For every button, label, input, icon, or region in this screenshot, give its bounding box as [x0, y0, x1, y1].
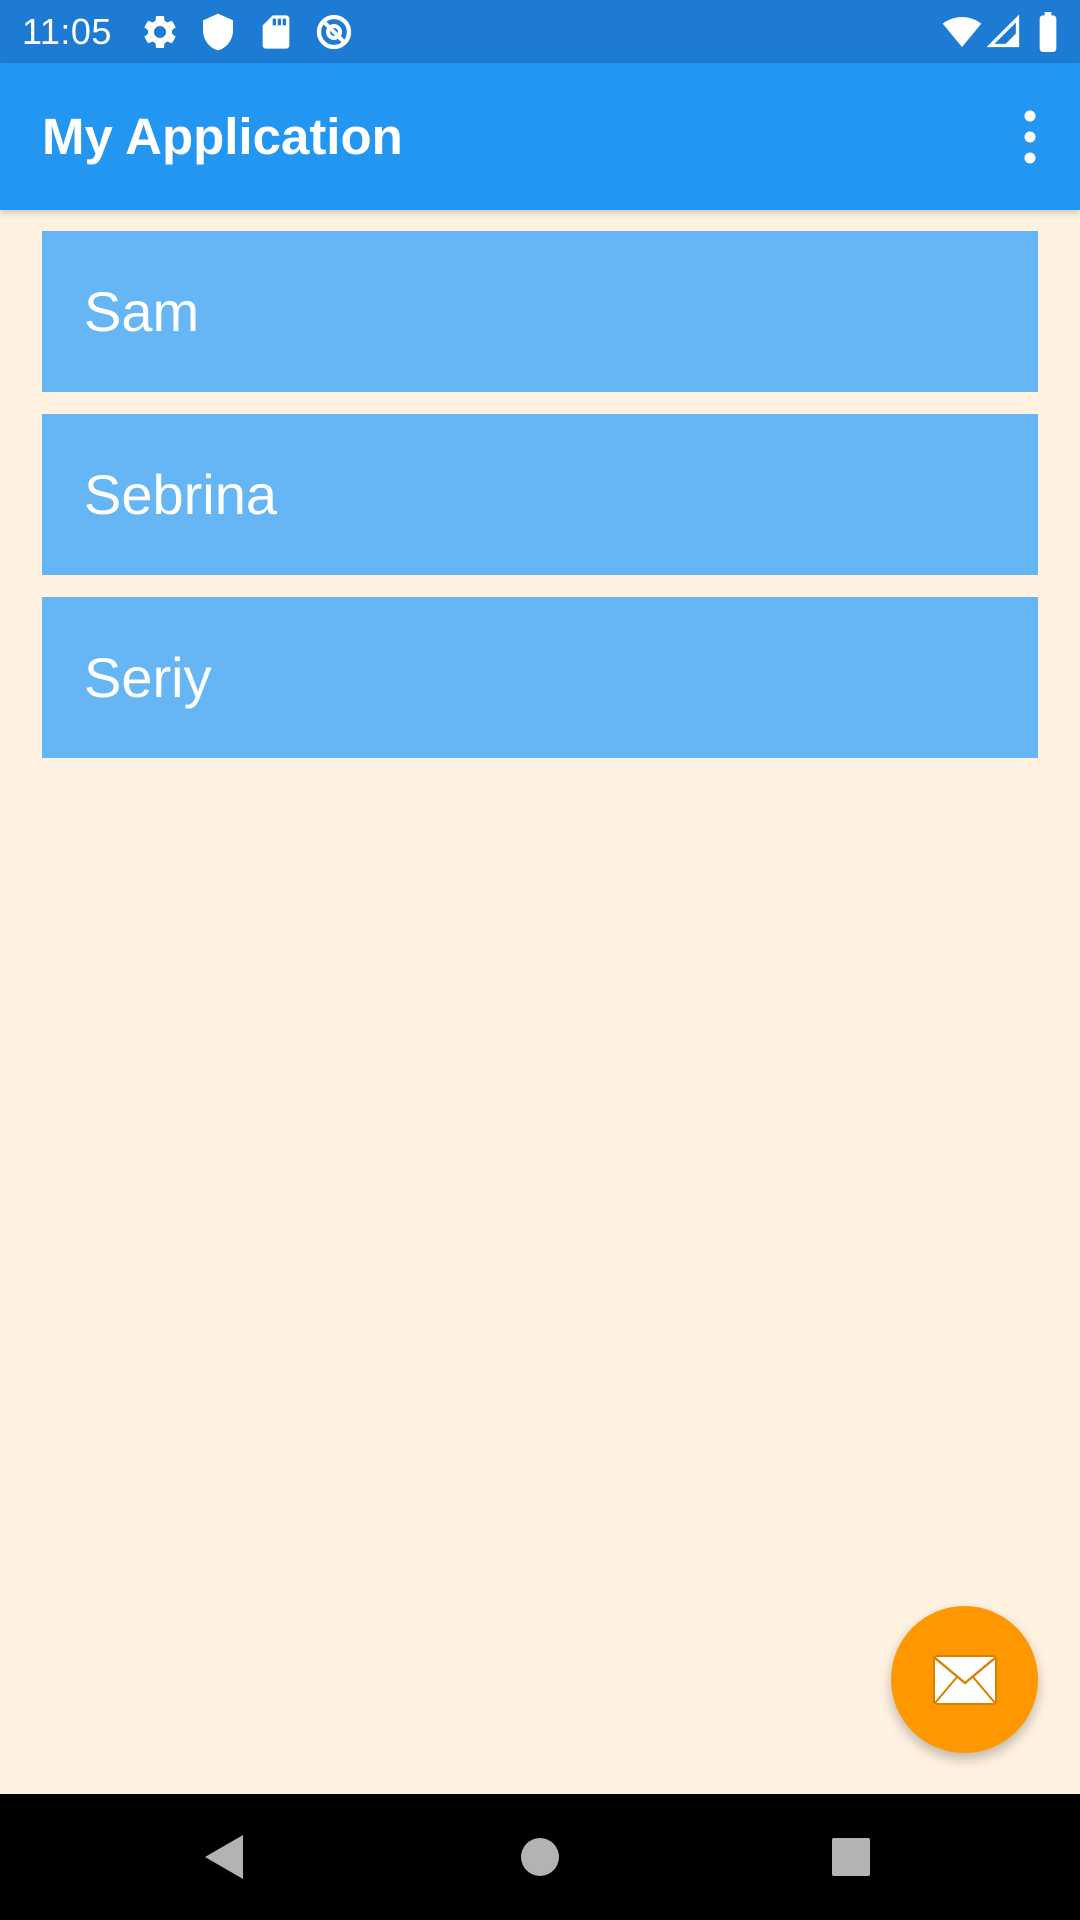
list-item-label: Sebrina	[84, 463, 278, 526]
sd-card-icon	[262, 15, 290, 49]
back-button[interactable]	[195, 1827, 255, 1887]
shield-icon	[203, 13, 233, 51]
more-vert-icon	[1024, 110, 1036, 164]
recents-button[interactable]	[820, 1827, 880, 1887]
email-icon	[933, 1655, 997, 1705]
at-sign-icon	[316, 14, 352, 50]
list-item[interactable]: Sam	[42, 231, 1038, 392]
list-item[interactable]: Sebrina	[42, 414, 1038, 575]
home-button[interactable]	[510, 1827, 570, 1887]
gear-icon	[144, 15, 176, 48]
system-nav-bar	[0, 1794, 1080, 1920]
list-item[interactable]: Seriy	[42, 597, 1038, 758]
contact-list: Sam Sebrina Seriy	[42, 231, 1038, 780]
status-bar: 11:05	[0, 0, 1080, 63]
overflow-menu-button[interactable]	[1000, 105, 1060, 169]
back-icon	[205, 1835, 243, 1879]
app-title: My Application	[42, 108, 403, 165]
status-time: 11:05	[22, 11, 112, 52]
list-item-label: Seriy	[84, 646, 212, 709]
home-icon	[521, 1838, 559, 1876]
battery-icon	[1039, 12, 1057, 52]
list-item-label: Sam	[84, 280, 200, 343]
wifi-icon	[942, 17, 982, 47]
app-bar: My Application	[0, 63, 1080, 210]
recents-icon	[832, 1838, 870, 1876]
cell-signal-icon	[986, 14, 1020, 48]
email-fab-button[interactable]	[891, 1606, 1038, 1753]
